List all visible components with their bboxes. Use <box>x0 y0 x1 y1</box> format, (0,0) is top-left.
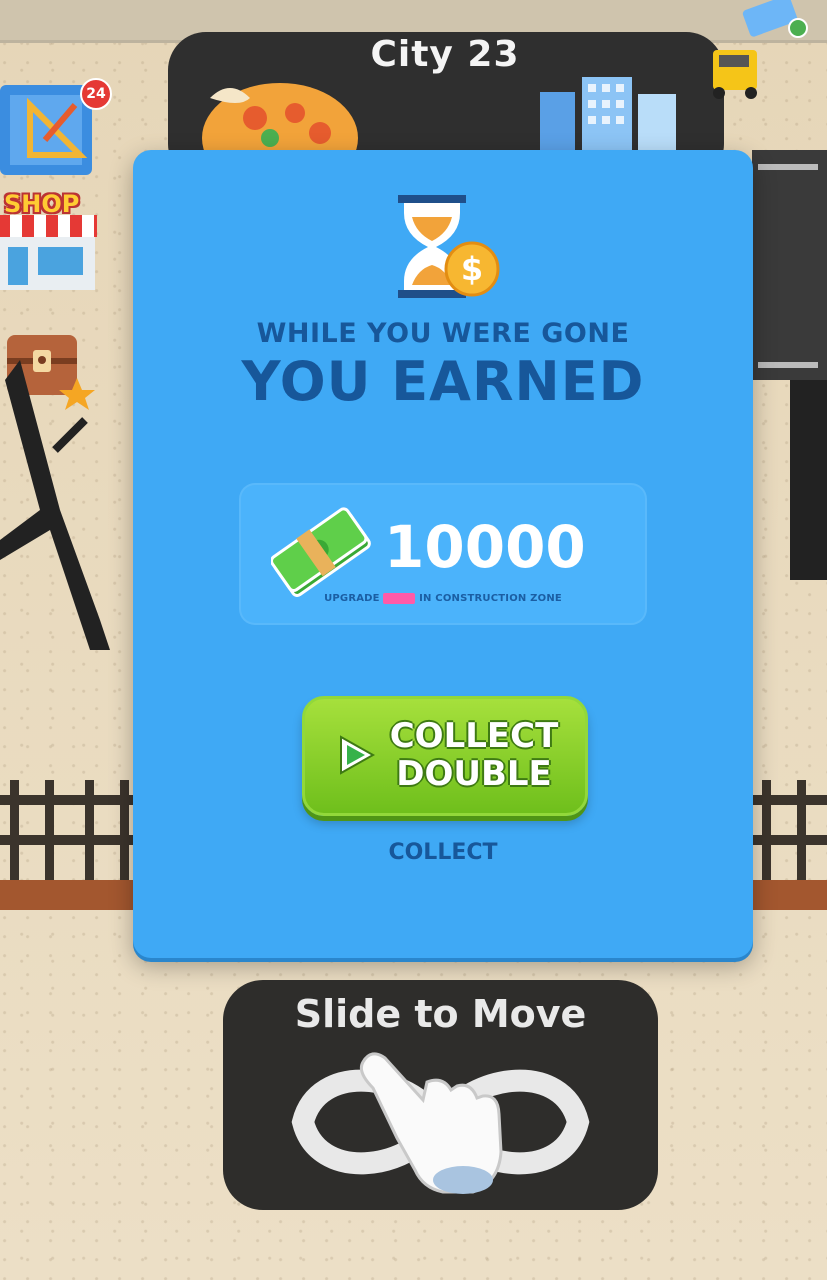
truck-icon <box>713 50 757 99</box>
pizza-building-icon <box>202 83 358 153</box>
collect-double-line2: DOUBLE <box>396 754 552 794</box>
svg-text:$: $ <box>461 250 483 288</box>
earned-amount: 10000 <box>384 513 586 581</box>
hourglass-coin-icon: $ <box>398 195 500 298</box>
fence-left <box>0 780 133 910</box>
offline-earnings-modal: $ WHILE YOU WERE GONE YOU EARNED 10000 U… <box>133 150 753 958</box>
slide-to-move-label: Slide to Move <box>294 992 587 1036</box>
collect-double-button[interactable]: COLLECT DOUBLE <box>302 696 588 816</box>
ticket-icon[interactable] <box>740 0 827 40</box>
tree-branch <box>0 360 110 650</box>
earnings-subtext: UPGRADE MAX IN CONSTRUCTION ZONE <box>239 593 647 604</box>
collect-button[interactable]: COLLECT <box>343 840 543 865</box>
fence-right <box>752 780 827 910</box>
modal-subheading: WHILE YOU WERE GONE <box>256 318 630 349</box>
street-lamp <box>790 380 827 580</box>
modal-heading: YOU EARNED <box>241 350 645 413</box>
road-right <box>752 150 827 380</box>
play-icon <box>340 735 376 775</box>
earnings-box: 10000 UPGRADE MAX IN CONSTRUCTION ZONE <box>239 483 647 625</box>
shop-label: SHOP <box>4 190 80 218</box>
hand-pointer-icon <box>359 1052 503 1194</box>
notification-badge: 24 <box>80 78 112 110</box>
max-tag: MAX <box>383 593 416 604</box>
cash-stack-icon <box>271 507 371 597</box>
collect-double-line1: COLLECT <box>389 716 559 756</box>
collect-double-label: COLLECT DOUBLE <box>389 717 559 793</box>
sub-before: UPGRADE <box>324 593 380 604</box>
city-title: City 23 <box>370 34 520 75</box>
skyline-icon <box>540 77 676 152</box>
slide-tutorial-panel: Slide to Move <box>223 980 658 1210</box>
sub-after: IN CONSTRUCTION ZONE <box>419 593 562 604</box>
